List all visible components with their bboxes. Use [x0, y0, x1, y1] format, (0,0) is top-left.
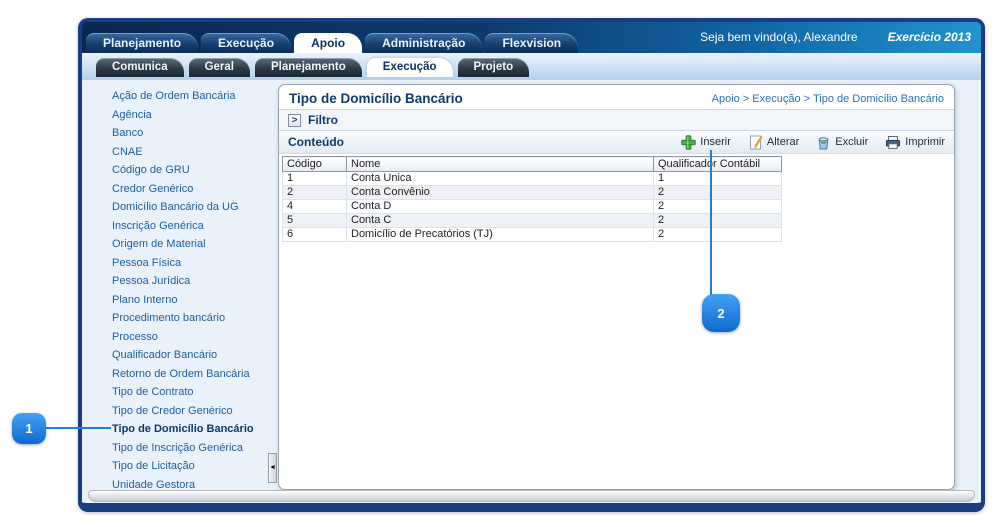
- table-cell: 4: [283, 200, 347, 214]
- sidebar-item-agencia[interactable]: Agência: [112, 106, 274, 125]
- table-row[interactable]: 1Conta Unica1: [283, 172, 782, 186]
- main-tab-flexvision[interactable]: Flexvision: [485, 33, 578, 53]
- content-toolbar: Conteúdo Inserir Alterar Excluir Imprimir: [279, 131, 954, 154]
- sub-tab-bar: Comunica Geral Planejamento Execução Projeto: [96, 58, 534, 77]
- main-tab-apoio[interactable]: Apoio: [294, 33, 362, 53]
- edit-pencil-icon: [748, 135, 763, 150]
- alterar-button-label: Alterar: [767, 136, 799, 148]
- excluir-button-label: Excluir: [835, 136, 868, 148]
- table-cell: 5: [283, 214, 347, 228]
- sidebar-item-tipo-de-inscricao-generica[interactable]: Tipo de Inscrição Genérica: [112, 439, 274, 458]
- top-navigation-bar: PlanejamentoExecuçãoApoioAdministraçãoFl…: [82, 22, 981, 53]
- table-cell: Conta Unica: [347, 172, 654, 186]
- window-bottom-bezel: [88, 490, 975, 502]
- sub-tab-planejamento[interactable]: Planejamento: [255, 58, 362, 77]
- column-header-qualificador-contabil[interactable]: Qualificador Contábil: [654, 157, 782, 172]
- sidebar-item-procedimento-bancario[interactable]: Procedimento bancário: [112, 309, 274, 328]
- sidebar-item-credor-generico[interactable]: Credor Genérico: [112, 180, 274, 199]
- sidebar-item-cnae[interactable]: CNAE: [112, 143, 274, 162]
- sub-navigation-bar: Comunica Geral Planejamento Execução Projeto: [82, 53, 981, 80]
- imprimir-button[interactable]: Imprimir: [885, 135, 945, 150]
- sidebar-item-tipo-de-domicilio-bancario[interactable]: Tipo de Domicílio Bancário: [112, 420, 274, 439]
- table-row[interactable]: 6Domicílio de Precatórios (TJ)2: [283, 228, 782, 242]
- column-header-codigo[interactable]: Código: [283, 157, 347, 172]
- breadcrumb[interactable]: Apoio > Execução > Tipo de Domicílio Ban…: [712, 91, 944, 105]
- table-cell: Domicílio de Precatórios (TJ): [347, 228, 654, 242]
- callout-badge-1: 1: [12, 413, 46, 444]
- table-row[interactable]: 2Conta Convênio2: [283, 186, 782, 200]
- toolbar-buttons: Inserir Alterar Excluir Imprimir: [681, 135, 945, 150]
- sidebar-menu: Ação de Ordem BancáriaAgênciaBancoCNAECó…: [82, 80, 274, 503]
- section-label: Conteúdo: [288, 135, 681, 149]
- table-row[interactable]: 4Conta D2: [283, 200, 782, 214]
- sidebar-collapse-handle[interactable]: ◄: [268, 453, 277, 483]
- table-cell: 1: [283, 172, 347, 186]
- sub-tab-geral[interactable]: Geral: [189, 58, 250, 77]
- table-row[interactable]: 5Conta C2: [283, 214, 782, 228]
- table-cell: 6: [283, 228, 347, 242]
- table-cell: 1: [654, 172, 782, 186]
- sidebar-item-plano-interno[interactable]: Plano Interno: [112, 291, 274, 310]
- inserir-button[interactable]: Inserir: [681, 135, 731, 150]
- data-table: CódigoNomeQualificador Contábil 1Conta U…: [282, 156, 782, 242]
- table-body: 1Conta Unica12Conta Convênio24Conta D25C…: [283, 172, 782, 242]
- main-tab-administracao[interactable]: Administração: [365, 33, 482, 53]
- sidebar-item-retorno-de-ordem-bancaria[interactable]: Retorno de Ordem Bancária: [112, 365, 274, 384]
- table-cell: 2: [654, 200, 782, 214]
- sidebar-item-list: Ação de Ordem BancáriaAgênciaBancoCNAECó…: [82, 80, 274, 494]
- filter-expand-button[interactable]: >: [288, 114, 301, 127]
- callout-2-connector-line: [710, 150, 712, 295]
- exercise-year-label: Exercício 2013: [888, 30, 971, 44]
- filter-label: Filtro: [308, 113, 338, 127]
- inserir-button-label: Inserir: [700, 136, 731, 148]
- table-header-row: CódigoNomeQualificador Contábil: [283, 157, 782, 172]
- excluir-button[interactable]: Excluir: [816, 135, 868, 150]
- sidebar-item-domicilio-bancario-da-ug[interactable]: Domicílio Bancário da UG: [112, 198, 274, 217]
- main-tab-bar: PlanejamentoExecuçãoApoioAdministraçãoFl…: [86, 33, 581, 53]
- content-panel: Tipo de Domicílio Bancário Apoio > Execu…: [278, 84, 955, 490]
- sidebar-item-inscricao-generica[interactable]: Inscrição Genérica: [112, 217, 274, 236]
- table-cell: 2: [654, 228, 782, 242]
- sub-tab-projeto[interactable]: Projeto: [458, 58, 530, 77]
- table-cell: Conta Convênio: [347, 186, 654, 200]
- sub-tab-execucao[interactable]: Execução: [367, 58, 453, 77]
- print-printer-icon: [885, 135, 901, 150]
- sidebar-item-acao-de-ordem-bancaria[interactable]: Ação de Ordem Bancária: [112, 87, 274, 106]
- page-title: Tipo de Domicílio Bancário: [289, 91, 463, 106]
- sidebar-item-tipo-de-licitacao[interactable]: Tipo de Licitação: [112, 457, 274, 476]
- table-cell: Conta C: [347, 214, 654, 228]
- sidebar-item-tipo-de-contrato[interactable]: Tipo de Contrato: [112, 383, 274, 402]
- sidebar-item-tipo-de-credor-generico[interactable]: Tipo de Credor Genérico: [112, 402, 274, 421]
- main-tab-planejamento[interactable]: Planejamento: [86, 33, 198, 53]
- table-cell: 2: [654, 186, 782, 200]
- imprimir-button-label: Imprimir: [905, 136, 945, 148]
- sidebar-item-pessoa-juridica[interactable]: Pessoa Jurídica: [112, 272, 274, 291]
- sidebar-item-codigo-de-gru[interactable]: Código de GRU: [112, 161, 274, 180]
- delete-trash-icon: [816, 135, 831, 150]
- main-tab-execucao[interactable]: Execução: [201, 33, 291, 53]
- table-cell: Conta D: [347, 200, 654, 214]
- sidebar-item-origem-de-material[interactable]: Origem de Material: [112, 235, 274, 254]
- panel-header: Tipo de Domicílio Bancário Apoio > Execu…: [279, 85, 954, 110]
- filter-bar: > Filtro: [279, 110, 954, 131]
- callout-badge-2: 2: [702, 294, 740, 332]
- welcome-text: Seja bem vindo(a), Alexandre: [700, 30, 857, 44]
- sidebar-item-pessoa-fisica[interactable]: Pessoa Física: [112, 254, 274, 273]
- application-window: PlanejamentoExecuçãoApoioAdministraçãoFl…: [78, 18, 985, 512]
- callout-1-connector-line: [45, 427, 111, 429]
- insert-plus-icon: [681, 135, 696, 150]
- alterar-button[interactable]: Alterar: [748, 135, 799, 150]
- sub-tab-comunica[interactable]: Comunica: [96, 58, 184, 77]
- sidebar-item-qualificador-bancario[interactable]: Qualificador Bancário: [112, 346, 274, 365]
- main-area: Ação de Ordem BancáriaAgênciaBancoCNAECó…: [82, 80, 981, 503]
- table-cell: 2: [654, 214, 782, 228]
- column-header-nome[interactable]: Nome: [347, 157, 654, 172]
- table-cell: 2: [283, 186, 347, 200]
- sidebar-item-processo[interactable]: Processo: [112, 328, 274, 347]
- session-info: Seja bem vindo(a), Alexandre Exercício 2…: [700, 30, 971, 44]
- sidebar-item-banco[interactable]: Banco: [112, 124, 274, 143]
